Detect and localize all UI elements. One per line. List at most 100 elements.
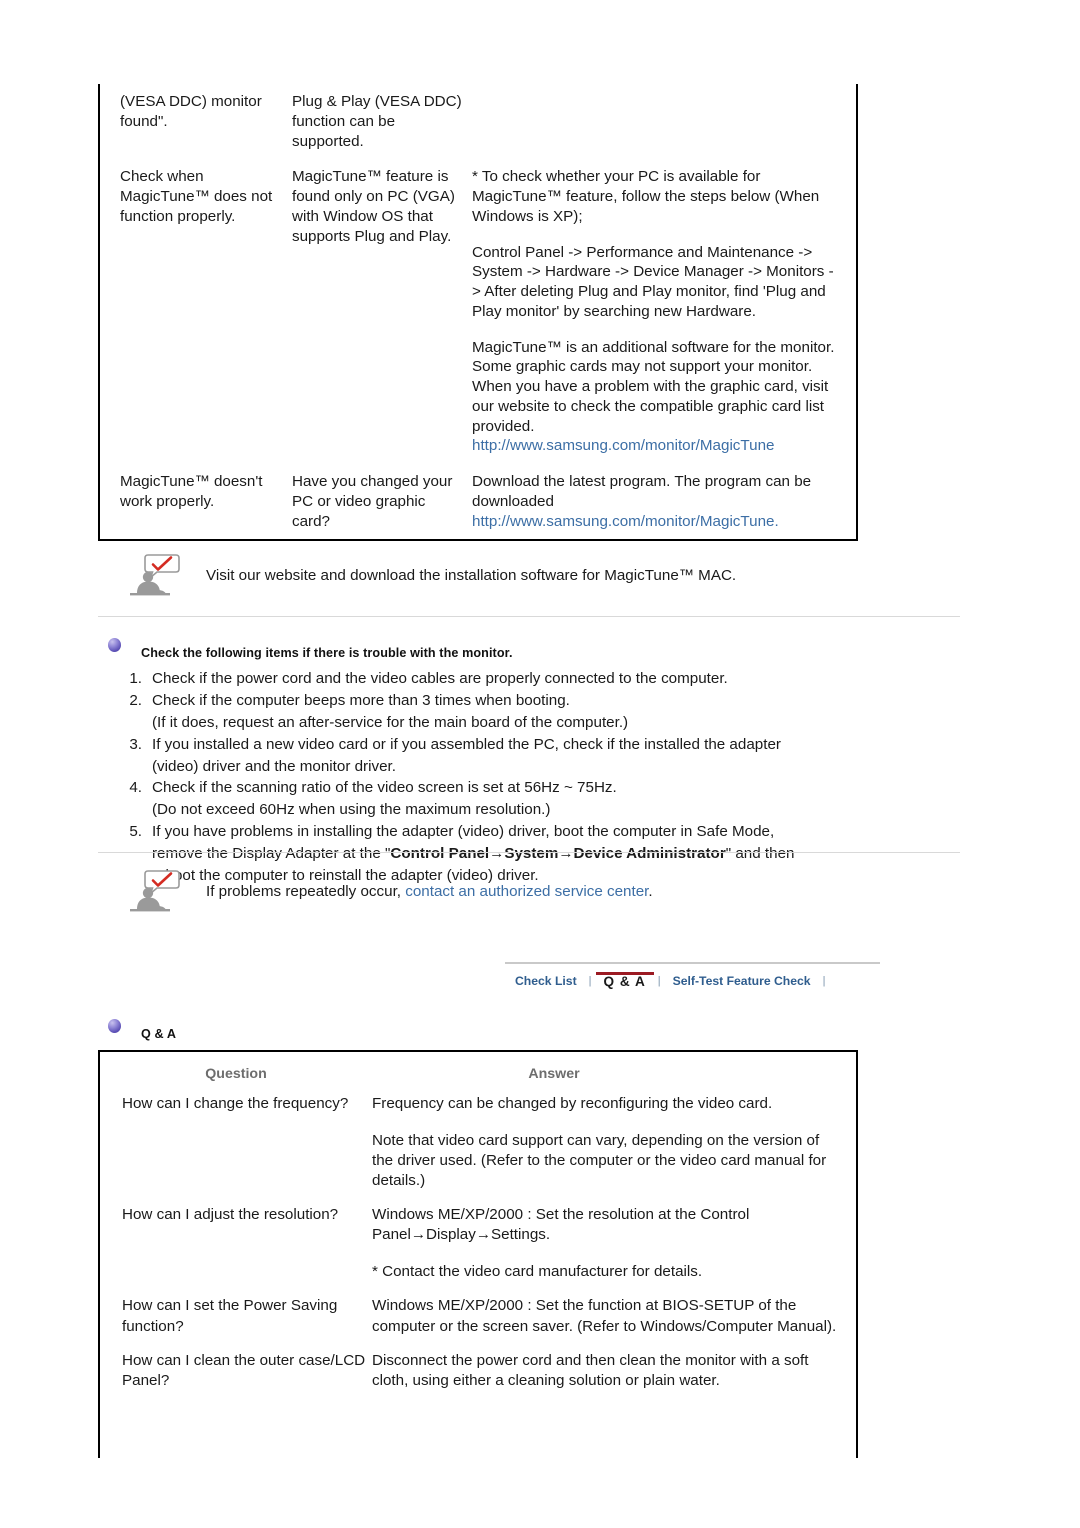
tab-separator: | bbox=[657, 975, 661, 987]
monitor-trouble-checklist: 1. Check if the power cord and the video… bbox=[124, 668, 924, 887]
note-mac-row: Visit our website and download the insta… bbox=[126, 552, 736, 598]
qa-header-answer: Answer bbox=[528, 1066, 580, 1082]
tab-separator: | bbox=[588, 975, 592, 987]
divider-line bbox=[98, 852, 960, 853]
check-section-heading: Check the following items if there is tr… bbox=[108, 638, 513, 660]
note-service-row: If problems repeatedly occur, contact an… bbox=[126, 868, 653, 914]
answer-paragraph: * Contact the video card manufacturer fo… bbox=[372, 1263, 703, 1281]
list-number: 3. bbox=[129, 735, 142, 753]
list-item: 2. Check if the computer beeps more than… bbox=[124, 690, 924, 734]
table-row: (VESA DDC) monitor found". Plug & Play (… bbox=[100, 84, 856, 159]
control-panel-path-bold: Control Panel→System→Device Administrato… bbox=[390, 845, 726, 863]
answer-paragraph: Disconnect the power cord and then clean… bbox=[372, 1351, 809, 1389]
solution-paragraph: MagicTune™ is an additional software for… bbox=[472, 338, 842, 457]
list-line: Check if the computer beeps more than 3 … bbox=[152, 691, 570, 709]
list-line: If you installed a new video card or if … bbox=[152, 735, 781, 753]
qa-answer-cell: Windows ME/XP/2000 : Set the function at… bbox=[372, 1296, 856, 1336]
qa-answer-cell: Frequency can be changed by reconfigurin… bbox=[372, 1094, 856, 1191]
list-text: Check if the computer beeps more than 3 … bbox=[152, 690, 924, 734]
table-row: How can I clean the outer case/LCD Panel… bbox=[100, 1351, 856, 1405]
qa-section-title: Q & A bbox=[141, 1027, 177, 1041]
checklist-cell: Have you changed your PC or video graphi… bbox=[292, 464, 472, 539]
list-line-prefix: remove the Display Adapter at the " bbox=[152, 845, 391, 863]
qa-answer-cell: Disconnect the power cord and then clean… bbox=[372, 1351, 856, 1391]
url-period: . bbox=[774, 512, 779, 530]
note-person-check-icon bbox=[126, 552, 182, 598]
symptom-cell: (VESA DDC) monitor found". bbox=[100, 84, 292, 140]
list-number: 2. bbox=[129, 691, 142, 709]
tab-check-list[interactable]: Check List bbox=[505, 974, 587, 988]
list-line: Check if the scanning ratio of the video… bbox=[152, 779, 617, 797]
qa-table-header-row: Question Answer bbox=[100, 1052, 856, 1094]
list-text: If you installed a new video card or if … bbox=[152, 734, 924, 778]
checklist-text: Have you changed your PC or video graphi… bbox=[292, 473, 453, 530]
purple-sphere-bullet-icon bbox=[108, 638, 121, 652]
symptom-text: MagicTune™ doesn't work properly. bbox=[120, 473, 263, 510]
table-row: How can I set the Power Saving function?… bbox=[100, 1296, 856, 1350]
table-row: How can I change the frequency? Frequenc… bbox=[100, 1094, 856, 1205]
qa-header-question: Question bbox=[205, 1066, 267, 1082]
list-item: 3. If you installed a new video card or … bbox=[124, 734, 924, 778]
note-service-prefix: If problems repeatedly occur, bbox=[206, 882, 406, 900]
table-row: Check when MagicTune™ does not function … bbox=[100, 159, 856, 464]
list-item: 1. Check if the power cord and the video… bbox=[124, 668, 924, 690]
checklist-text: MagicTune™ feature is found only on PC (… bbox=[292, 168, 455, 245]
qa-answer-cell: Windows ME/XP/2000 : Set the resolution … bbox=[372, 1205, 856, 1282]
magictune-url-link[interactable]: http://www.samsung.com/monitor/MagicTune bbox=[472, 437, 774, 454]
solution-cell: Download the latest program. The program… bbox=[472, 464, 856, 539]
list-number: 4. bbox=[129, 779, 142, 797]
checklist-text: Plug & Play (VESA DDC) function can be s… bbox=[292, 93, 462, 150]
qa-question-cell: How can I set the Power Saving function? bbox=[122, 1297, 338, 1335]
list-text: Check if the power cord and the video ca… bbox=[152, 668, 924, 690]
symptom-text: (VESA DDC) monitor found". bbox=[120, 93, 262, 130]
list-line: If you have problems in installing the a… bbox=[152, 823, 775, 841]
list-line: (Do not exceed 60Hz when using the maxim… bbox=[152, 801, 551, 819]
list-line-suffix: " and then bbox=[725, 845, 795, 863]
divider-line bbox=[98, 616, 960, 617]
qa-table: Question Answer How can I change the fre… bbox=[98, 1050, 858, 1458]
note-service-text: If problems repeatedly occur, contact an… bbox=[206, 883, 653, 900]
list-number: 1. bbox=[129, 670, 142, 687]
list-line: remove the Display Adapter at the "Contr… bbox=[152, 843, 924, 865]
list-line: (video) driver and the monitor driver. bbox=[152, 757, 396, 775]
symptom-text: Check when MagicTune™ does not function … bbox=[120, 168, 273, 225]
note-person-check-icon bbox=[126, 868, 182, 914]
solution-cell bbox=[472, 84, 856, 100]
tab-q-and-a[interactable]: Q & A bbox=[594, 971, 656, 989]
checklist-cell: MagicTune™ feature is found only on PC (… bbox=[292, 159, 472, 254]
tab-self-test-feature-check[interactable]: Self-Test Feature Check bbox=[663, 974, 821, 988]
checklist-cell: Plug & Play (VESA DDC) function can be s… bbox=[292, 84, 472, 159]
solution-paragraph: Control Panel -> Performance and Mainten… bbox=[472, 243, 834, 320]
qa-question-cell: How can I clean the outer case/LCD Panel… bbox=[122, 1351, 366, 1389]
note-mac-text: Visit our website and download the insta… bbox=[206, 566, 737, 584]
document-page: (VESA DDC) monitor found". Plug & Play (… bbox=[0, 0, 1080, 1528]
list-item: 4. Check if the scanning ratio of the vi… bbox=[124, 777, 924, 821]
purple-sphere-bullet-icon bbox=[108, 1019, 121, 1033]
solution-cell: * To check whether your PC is available … bbox=[472, 159, 856, 464]
qa-question-cell: How can I change the frequency? bbox=[122, 1095, 349, 1112]
solution-text: MagicTune™ is an additional software for… bbox=[472, 338, 835, 435]
list-line: Check if the power cord and the video ca… bbox=[152, 670, 728, 687]
tab-separator: | bbox=[822, 975, 826, 987]
list-text: Check if the scanning ratio of the video… bbox=[152, 777, 924, 821]
qa-question-cell: How can I adjust the resolution? bbox=[122, 1206, 339, 1224]
section-tab-bar: Check List | Q & A | Self-Test Feature C… bbox=[505, 962, 880, 998]
qa-section-heading: Q & A bbox=[108, 1019, 176, 1041]
table-row: How can I adjust the resolution? Windows… bbox=[100, 1205, 856, 1296]
list-line: (If it does, request an after-service fo… bbox=[152, 713, 629, 731]
solution-paragraph: Download the latest program. The program… bbox=[472, 472, 842, 531]
answer-paragraph: Windows ME/XP/2000 : Set the function at… bbox=[372, 1297, 837, 1335]
answer-paragraph: Frequency can be changed by reconfigurin… bbox=[372, 1095, 773, 1112]
list-number: 5. bbox=[129, 823, 142, 841]
service-center-link[interactable]: contact an authorized service center bbox=[405, 883, 648, 900]
table-row: MagicTune™ doesn't work properly. Have y… bbox=[100, 464, 856, 539]
symptom-cell: Check when MagicTune™ does not function … bbox=[100, 159, 292, 234]
troubleshooting-table: (VESA DDC) monitor found". Plug & Play (… bbox=[98, 84, 858, 542]
solution-paragraph: * To check whether your PC is available … bbox=[472, 168, 820, 225]
magictune-download-url-link[interactable]: http://www.samsung.com/monitor/MagicTune bbox=[472, 513, 774, 530]
check-section-title: Check the following items if there is tr… bbox=[141, 646, 513, 660]
solution-text: Download the latest program. The program… bbox=[472, 473, 812, 510]
symptom-cell: MagicTune™ doesn't work properly. bbox=[100, 464, 292, 520]
answer-paragraph: Windows ME/XP/2000 : Set the resolution … bbox=[372, 1206, 750, 1244]
note-service-suffix: . bbox=[648, 882, 653, 900]
